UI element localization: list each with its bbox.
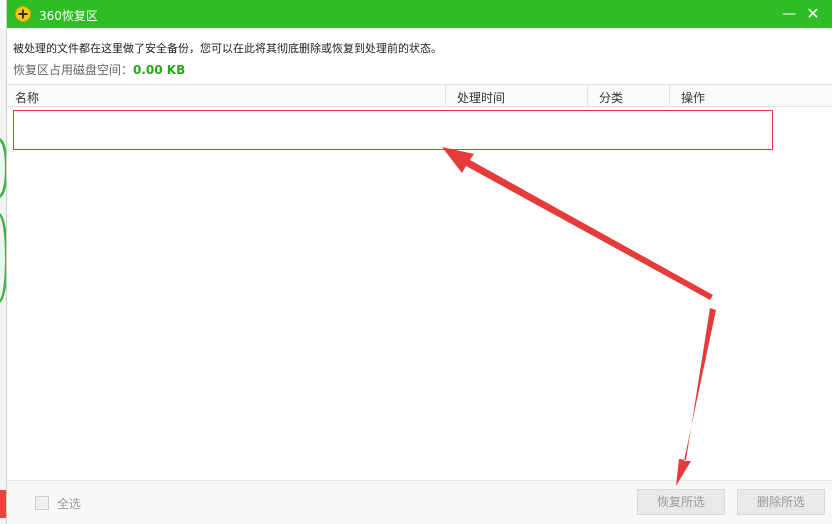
delete-selected-button[interactable]: 删除所选 bbox=[737, 489, 825, 515]
disk-space-label: 恢复区占用磁盘空间： bbox=[13, 63, 134, 77]
disk-space-value: 0.00 KB bbox=[133, 63, 186, 77]
recovery-window: 360恢复区 — ✕ 被处理的文件都在这里做了安全备份，您可以在此将其彻底删除或… bbox=[6, 0, 832, 524]
column-header-time[interactable]: 处理时间 bbox=[457, 89, 505, 106]
footer-bar: 全选 恢复所选 删除所选 bbox=[7, 480, 832, 524]
select-all-label[interactable]: 全选 bbox=[57, 495, 81, 512]
notice-text: 被处理的文件都在这里做了安全备份，您可以在此将其彻底删除或恢复到处理前的状态。 bbox=[13, 42, 442, 55]
column-divider[interactable] bbox=[587, 85, 588, 106]
empty-list-highlight bbox=[13, 110, 773, 150]
column-divider[interactable] bbox=[669, 85, 670, 106]
restore-selected-button[interactable]: 恢复所选 bbox=[637, 489, 725, 515]
column-header-action[interactable]: 操作 bbox=[681, 89, 705, 106]
column-header-category[interactable]: 分类 bbox=[599, 89, 623, 106]
table-header: 名称 处理时间 分类 操作 bbox=[7, 84, 832, 107]
column-header-name[interactable]: 名称 bbox=[15, 89, 39, 106]
disk-space-info: 恢复区占用磁盘空间：0.00 KB bbox=[13, 61, 185, 78]
360-logo-icon bbox=[15, 6, 31, 22]
close-icon[interactable]: ✕ bbox=[803, 4, 823, 24]
select-all-checkbox[interactable] bbox=[35, 496, 49, 510]
column-divider[interactable] bbox=[445, 85, 446, 106]
minimize-icon[interactable]: — bbox=[779, 4, 799, 24]
window-title: 360恢复区 bbox=[39, 9, 98, 23]
title-bar[interactable]: 360恢复区 — ✕ bbox=[7, 0, 832, 28]
